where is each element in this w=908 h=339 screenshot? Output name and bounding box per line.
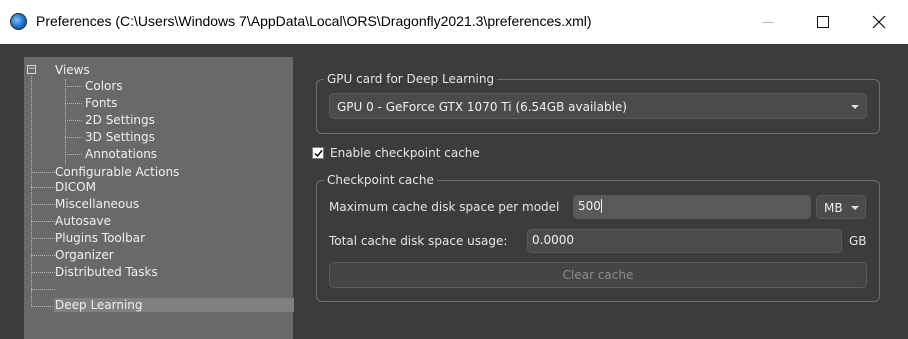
clear-cache-button[interactable]: Clear cache [329, 262, 867, 288]
tree-item-fonts[interactable]: Fonts [85, 96, 117, 110]
tree-connector [31, 306, 55, 307]
tree-connector [31, 221, 55, 222]
minimize-icon [762, 21, 774, 23]
tree-connector [65, 103, 82, 104]
collapse-icon[interactable]: − [27, 65, 36, 74]
tree-item-colors[interactable]: Colors [85, 79, 123, 93]
tree-connector [31, 204, 55, 205]
tree-item-autosave[interactable]: Autosave [55, 214, 111, 228]
tree-item-organizer[interactable]: Organizer [55, 248, 114, 262]
enable-checkpoint-label[interactable]: Enable checkpoint cache [330, 146, 480, 160]
max-cache-label: Maximum cache disk space per model [329, 200, 560, 214]
total-cache-value: 0.0000 [532, 233, 574, 247]
tree-item-configurable-actions[interactable]: Configurable Actions [55, 165, 179, 179]
tree-item-plugins-toolbar[interactable]: Plugins Toolbar [55, 231, 145, 245]
tree-item-miscellaneous[interactable]: Miscellaneous [55, 197, 139, 211]
chevron-down-icon [851, 105, 859, 109]
tree-connector [65, 79, 66, 165]
tree-connector [31, 272, 55, 273]
tree-connector [65, 120, 82, 121]
tree-connector [65, 154, 82, 155]
max-cache-value: 500 [578, 199, 601, 213]
minimize-button[interactable] [745, 0, 791, 44]
checkpoint-group-title: Checkpoint cache [324, 173, 437, 187]
tree-connector [31, 255, 55, 256]
total-cache-unit: GB [849, 234, 867, 248]
tree-item-2d-settings[interactable]: 2D Settings [85, 113, 155, 127]
tree-item-views[interactable]: Views [55, 63, 90, 77]
tree-item-annotations[interactable]: Annotations [85, 147, 157, 161]
tree-connector [31, 289, 55, 290]
text-caret [601, 199, 602, 213]
total-cache-label: Total cache disk space usage: [329, 234, 508, 248]
tree-item-3d-settings[interactable]: 3D Settings [85, 130, 155, 144]
tree-connector [31, 76, 32, 305]
total-cache-field: 0.0000 [527, 229, 842, 253]
maximize-button[interactable] [800, 0, 846, 44]
tree-connector [65, 86, 82, 87]
tree-connector [31, 172, 55, 173]
tree-item-distributed-tasks[interactable]: Distributed Tasks [55, 265, 158, 279]
title-bar: Preferences (C:\Users\Windows 7\AppData\… [0, 0, 908, 44]
dragonfly-app-icon [10, 13, 27, 30]
checkmark-icon [314, 150, 323, 158]
gpu-group-title: GPU card for Deep Learning [324, 72, 498, 86]
enable-checkpoint-checkbox[interactable] [312, 147, 324, 159]
chevron-down-icon [851, 206, 859, 210]
tree-connector [31, 238, 55, 239]
maximize-icon [817, 16, 829, 28]
preferences-tree[interactable]: − Views Colors Fonts 2D Settings 3D Sett… [24, 57, 294, 339]
tree-item-deep-learning[interactable]: Deep Learning [54, 298, 294, 312]
gpu-select[interactable]: GPU 0 - GeForce GTX 1070 Ti (6.54GB avai… [329, 93, 867, 119]
gpu-select-value: GPU 0 - GeForce GTX 1070 Ti (6.54GB avai… [337, 100, 627, 114]
preferences-client-area: − Views Colors Fonts 2D Settings 3D Sett… [0, 44, 908, 339]
max-cache-input[interactable]: 500 [573, 195, 811, 219]
close-icon [872, 15, 886, 29]
tree-item-dicom[interactable]: DICOM [55, 180, 96, 194]
tree-connector [31, 187, 55, 188]
close-button[interactable] [856, 0, 902, 44]
tree-connector [65, 137, 82, 138]
cache-unit-select[interactable]: MB [816, 195, 866, 219]
window-title: Preferences (C:\Users\Windows 7\AppData\… [36, 13, 592, 29]
cache-unit-value: MB [824, 201, 843, 215]
